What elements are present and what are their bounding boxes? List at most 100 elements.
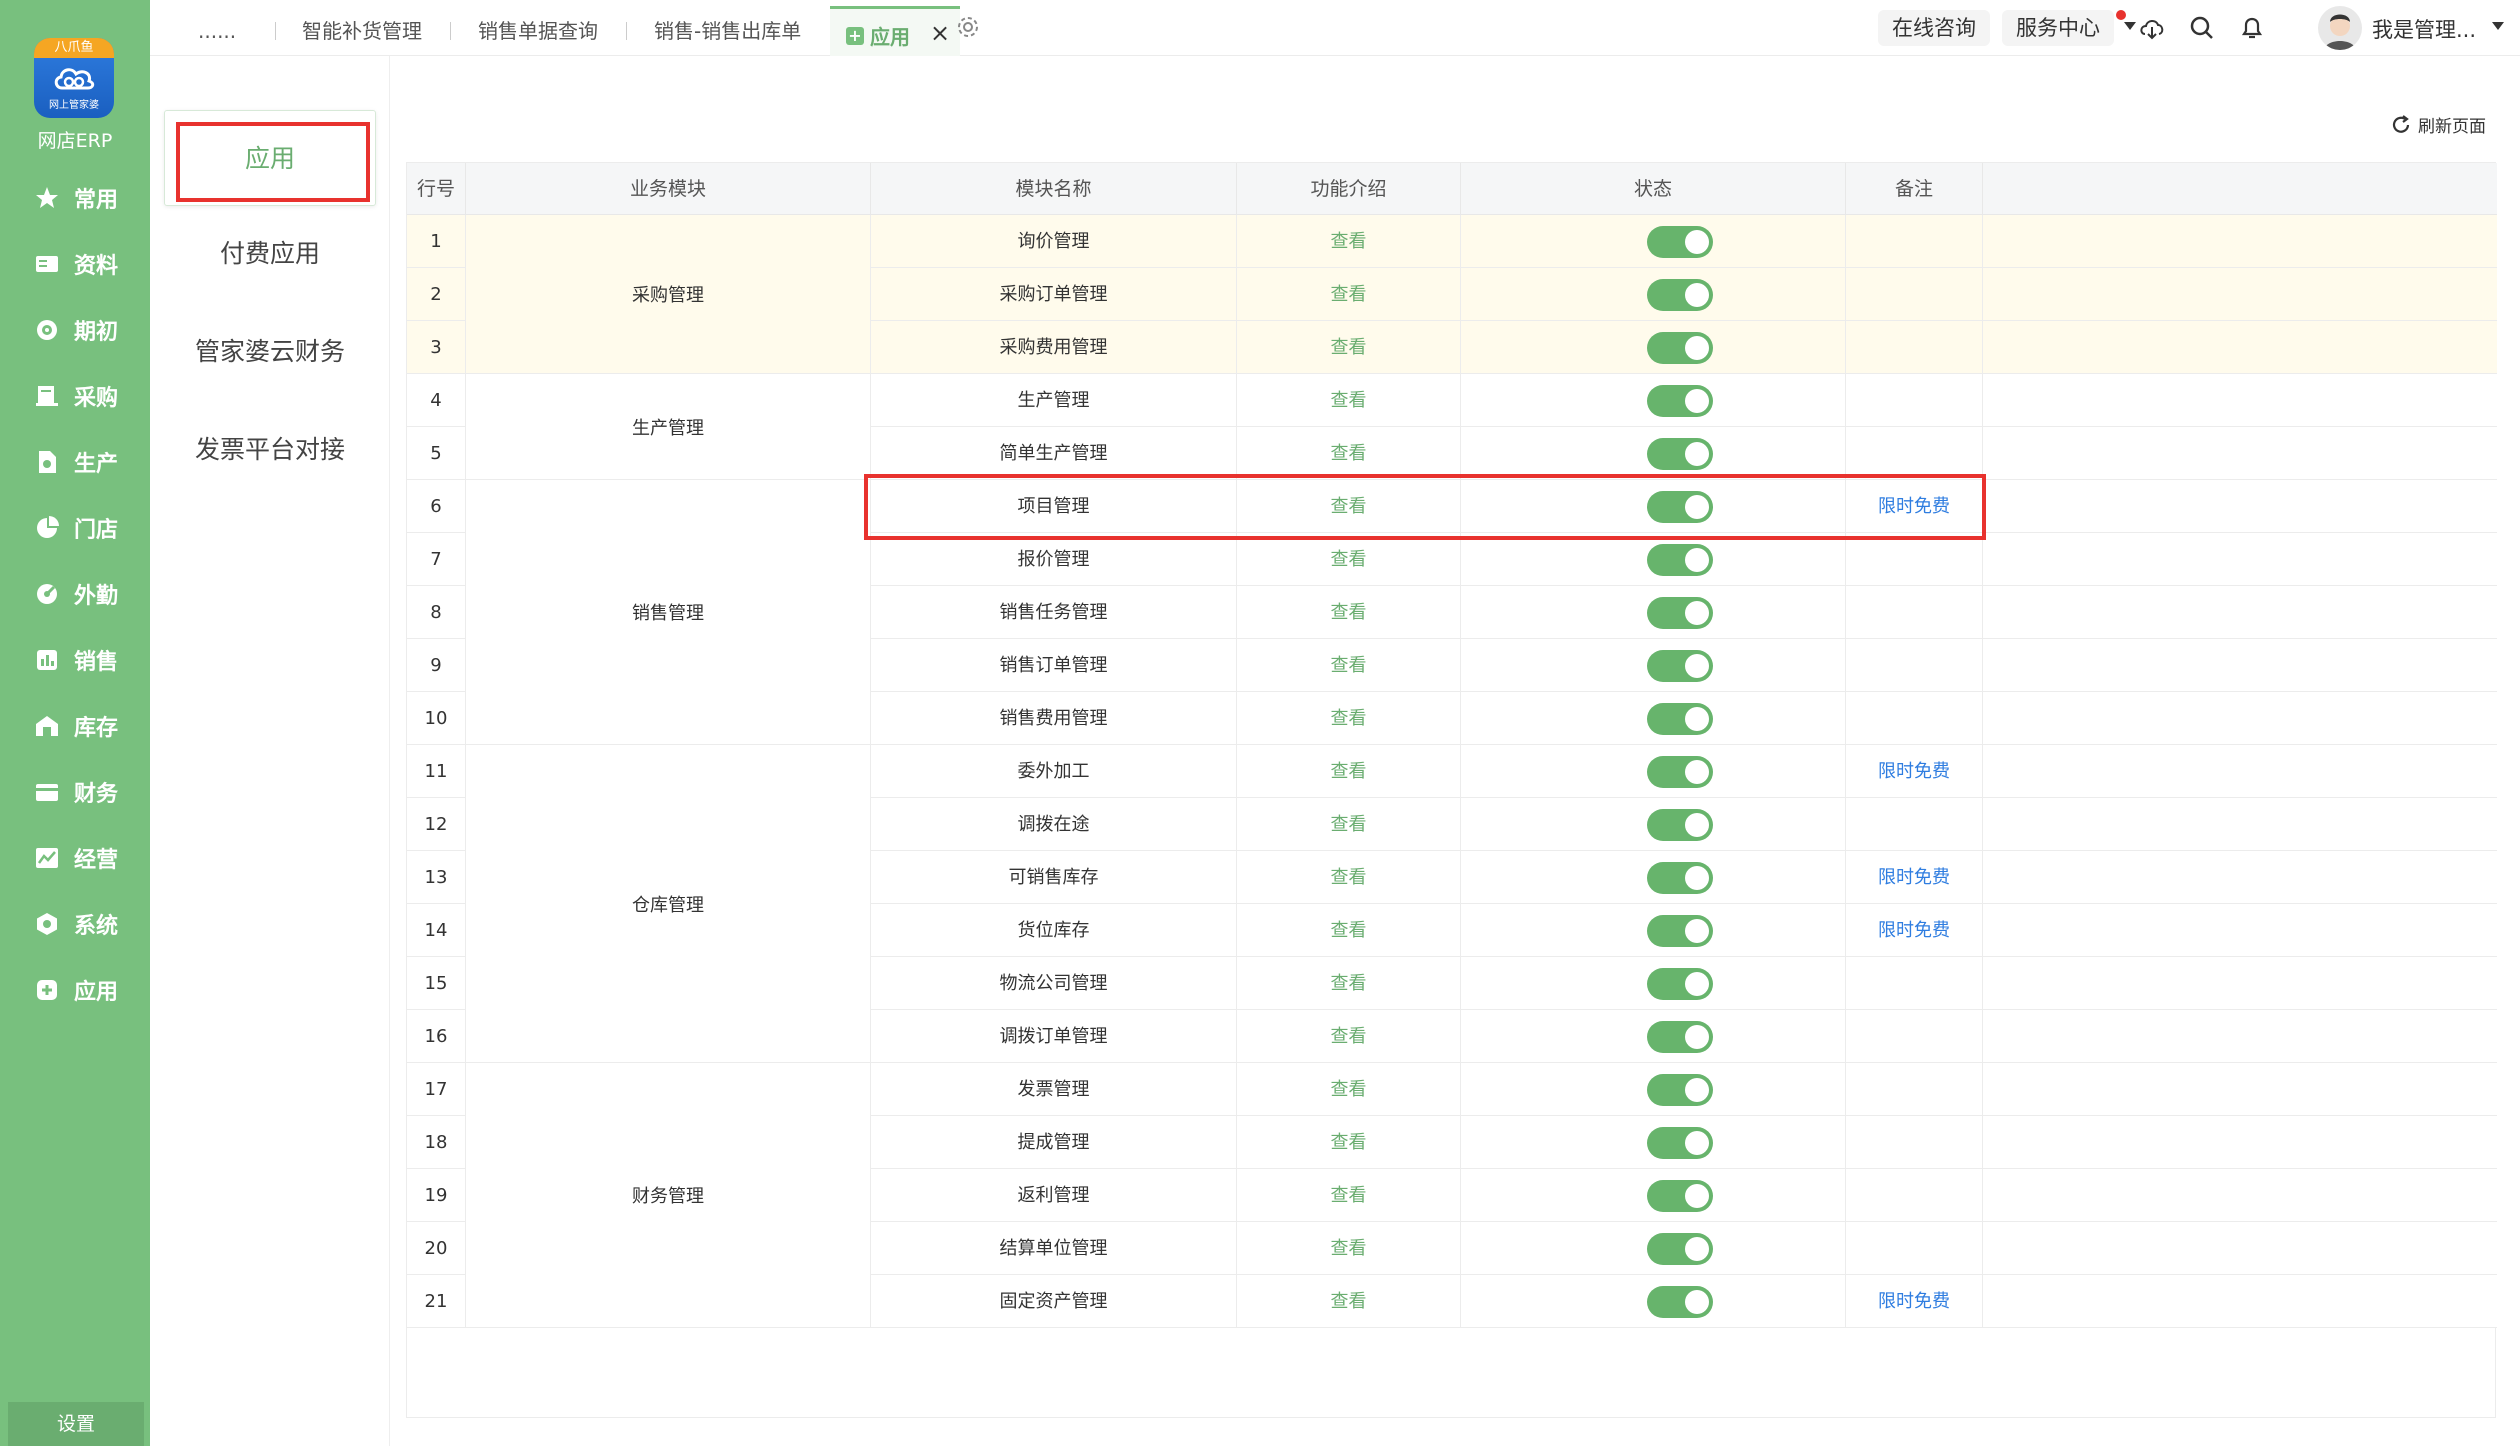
gear-icon[interactable]	[955, 14, 981, 40]
filler-cell	[1983, 1063, 2497, 1116]
view-link[interactable]: 查看	[1237, 904, 1461, 957]
search-icon[interactable]	[2188, 14, 2216, 42]
filler-cell	[1983, 1010, 2497, 1063]
filler-cell	[1983, 692, 2497, 745]
view-link[interactable]: 查看	[1237, 1010, 1461, 1063]
view-link[interactable]: 查看	[1237, 851, 1461, 904]
status-toggle[interactable]	[1647, 703, 1713, 735]
status-toggle[interactable]	[1647, 809, 1713, 841]
remark-badge[interactable]: 限时免费	[1846, 745, 1983, 798]
view-link[interactable]: 查看	[1237, 533, 1461, 586]
module-name: 可销售库存	[871, 851, 1237, 904]
status-toggle[interactable]	[1647, 1074, 1713, 1106]
view-link[interactable]: 查看	[1237, 639, 1461, 692]
online-consult-button[interactable]: 在线咨询	[1878, 10, 1990, 46]
row-number: 7	[407, 533, 466, 586]
refresh-page-button[interactable]: 刷新页面	[2390, 112, 2486, 137]
status-toggle[interactable]	[1647, 968, 1713, 1000]
subnav-item-invoice-platform[interactable]: 发票平台对接	[164, 402, 376, 498]
sidebar-item-3[interactable]: 采购	[34, 378, 144, 414]
chevron-down-icon[interactable]	[2124, 22, 2136, 30]
view-link[interactable]: 查看	[1237, 1063, 1461, 1116]
view-link[interactable]: 查看	[1237, 586, 1461, 639]
remark-badge[interactable]: 限时免费	[1846, 851, 1983, 904]
row-number: 16	[407, 1010, 466, 1063]
settings-button[interactable]: 设置	[8, 1402, 144, 1446]
row-number: 8	[407, 586, 466, 639]
tab-smart-replenish[interactable]: 智能补货管理	[302, 0, 422, 56]
filler-cell	[1983, 480, 2497, 533]
close-icon[interactable]: ×	[930, 19, 950, 47]
tab-more[interactable]: ......	[198, 0, 236, 56]
status-toggle[interactable]	[1647, 332, 1713, 364]
sidebar-item-7[interactable]: 销售	[34, 642, 144, 678]
tab-apps-active[interactable]: + 应用 ×	[830, 6, 960, 56]
status-toggle[interactable]	[1647, 438, 1713, 470]
status-toggle[interactable]	[1647, 279, 1713, 311]
status-toggle[interactable]	[1647, 1286, 1713, 1318]
app-logo[interactable]: 八爪鱼 网上管家婆	[34, 38, 114, 118]
filler-cell	[1983, 1222, 2497, 1275]
remark-badge	[1846, 268, 1983, 321]
cloud-download-icon[interactable]	[2138, 14, 2166, 42]
view-link[interactable]: 查看	[1237, 321, 1461, 374]
avatar[interactable]	[2318, 6, 2362, 50]
filler-cell	[1983, 1275, 2497, 1328]
module-name: 固定资产管理	[871, 1275, 1237, 1328]
chevron-down-icon[interactable]	[2492, 22, 2504, 30]
filler-cell	[1983, 1169, 2497, 1222]
view-link[interactable]: 查看	[1237, 957, 1461, 1010]
service-center-button[interactable]: 服务中心	[2002, 10, 2114, 46]
tab-sales-doc-query[interactable]: 销售单据查询	[478, 0, 598, 56]
status-toggle[interactable]	[1647, 1233, 1713, 1265]
bell-icon[interactable]	[2238, 14, 2266, 42]
refresh-label: 刷新页面	[2418, 117, 2486, 137]
status-toggle[interactable]	[1647, 862, 1713, 894]
view-link[interactable]: 查看	[1237, 1116, 1461, 1169]
status-toggle[interactable]	[1647, 1180, 1713, 1212]
sidebar-item-10[interactable]: 经营	[34, 840, 144, 876]
remark-badge[interactable]: 限时免费	[1846, 904, 1983, 957]
tab-sales-outbound[interactable]: 销售-销售出库单	[654, 0, 801, 56]
sidebar-item-11[interactable]: 系统	[34, 906, 144, 942]
row-number: 12	[407, 798, 466, 851]
remark-badge[interactable]: 限时免费	[1846, 1275, 1983, 1328]
view-link[interactable]: 查看	[1237, 215, 1461, 268]
view-link[interactable]: 查看	[1237, 1275, 1461, 1328]
status-toggle[interactable]	[1647, 226, 1713, 258]
view-link[interactable]: 查看	[1237, 692, 1461, 745]
status-toggle[interactable]	[1647, 1021, 1713, 1053]
status-toggle[interactable]	[1647, 650, 1713, 682]
sidebar-item-0[interactable]: 常用	[34, 180, 144, 216]
status-toggle[interactable]	[1647, 385, 1713, 417]
view-link[interactable]: 查看	[1237, 1222, 1461, 1275]
subnav-item-cloud-finance[interactable]: 管家婆云财务	[164, 304, 376, 400]
view-link[interactable]: 查看	[1237, 1169, 1461, 1222]
tab-divider	[275, 22, 276, 40]
status-toggle[interactable]	[1647, 597, 1713, 629]
status-toggle[interactable]	[1647, 544, 1713, 576]
status-toggle[interactable]	[1647, 756, 1713, 788]
sidebar-item-4[interactable]: 生产	[34, 444, 144, 480]
user-name[interactable]: 我是管理...	[2372, 14, 2476, 44]
sidebar-item-6[interactable]: 外勤	[34, 576, 144, 612]
sidebar-item-label: 常用	[74, 188, 119, 213]
sidebar-item-9[interactable]: 财务	[34, 774, 144, 810]
view-link[interactable]: 查看	[1237, 374, 1461, 427]
subnav-item-paid-apps[interactable]: 付费应用	[164, 206, 376, 302]
sidebar-item-5[interactable]: 门店	[34, 510, 144, 546]
view-link[interactable]: 查看	[1237, 798, 1461, 851]
sidebar-item-8[interactable]: 库存	[34, 708, 144, 744]
sidebar-item-12[interactable]: 应用	[34, 972, 144, 1008]
view-link[interactable]: 查看	[1237, 268, 1461, 321]
sidebar-item-1[interactable]: 资料	[34, 246, 144, 282]
view-link[interactable]: 查看	[1237, 745, 1461, 798]
module-name: 调拨在途	[871, 798, 1237, 851]
status-toggle[interactable]	[1647, 915, 1713, 947]
sidebar-item-label: 外勤	[74, 584, 119, 609]
view-link[interactable]: 查看	[1237, 427, 1461, 480]
status-toggle[interactable]	[1647, 1127, 1713, 1159]
plus-square-icon	[34, 977, 60, 1003]
status-cell	[1461, 268, 1846, 321]
sidebar-item-2[interactable]: 期初	[34, 312, 144, 348]
